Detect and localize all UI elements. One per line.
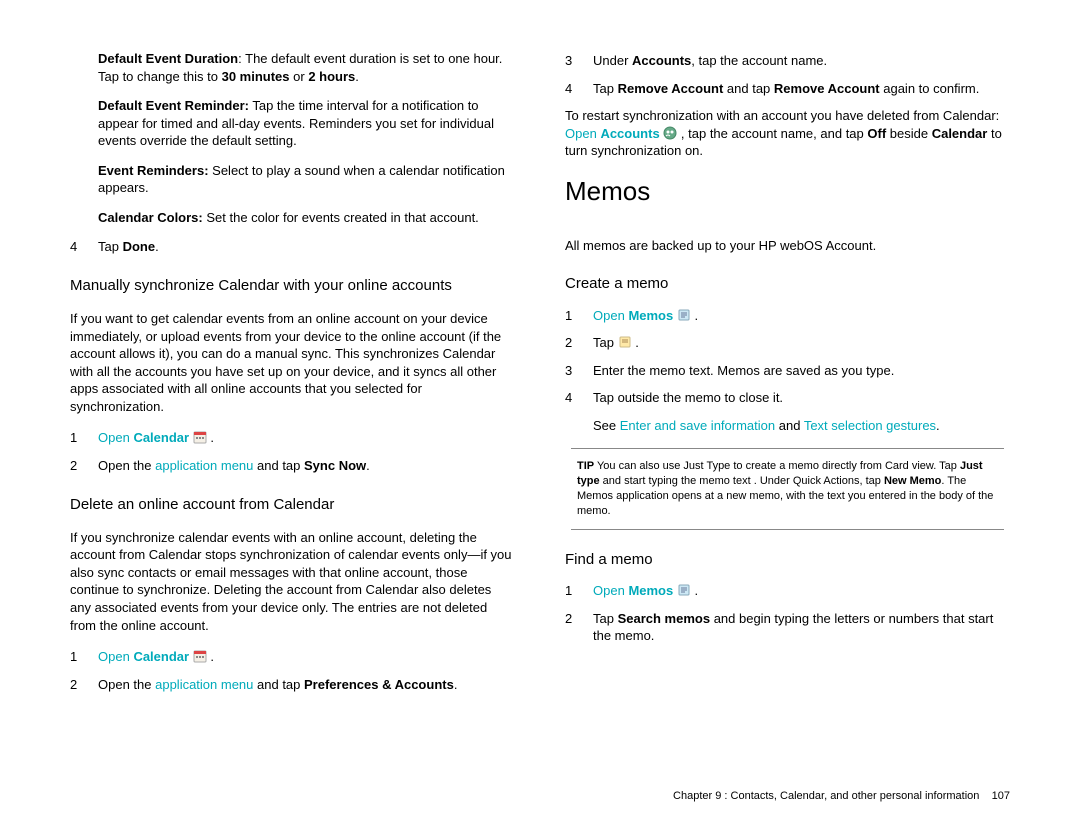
- find-memo-title: Find a memo: [565, 550, 1010, 570]
- step-enter-memo-text: 3 Enter the memo text. Memos are saved a…: [565, 362, 1010, 380]
- definition-default-reminder: Default Event Reminder: Tap the time int…: [70, 97, 515, 150]
- step-prefs-accounts: 2 Open the application menu and tap Pref…: [70, 676, 515, 694]
- definition-event-reminders: Event Reminders: Select to play a sound …: [70, 162, 515, 197]
- step-tap-outside: 4 Tap outside the memo to close it.: [565, 389, 1010, 407]
- step-open-calendar-1: 1 Open Calendar .: [70, 429, 515, 447]
- open-link[interactable]: Open Calendar: [98, 649, 189, 664]
- definition-default-duration: Default Event Duration: The default even…: [70, 50, 515, 85]
- step-tap-done: 4 Tap Done.: [70, 238, 515, 256]
- memos-intro: All memos are backed up to your HP webOS…: [565, 237, 1010, 255]
- section-manual-sync-title: Manually synchronize Calendar with your …: [70, 276, 515, 296]
- create-memo-title: Create a memo: [565, 274, 1010, 294]
- step-remove-account: 4 Tap Remove Account and tap Remove Acco…: [565, 80, 1010, 98]
- application-menu-link[interactable]: application menu: [155, 677, 253, 692]
- restart-sync-paragraph: To restart synchronization with an accou…: [565, 107, 1010, 160]
- see-also: See Enter and save information and Text …: [565, 417, 1010, 435]
- step-sync-now: 2 Open the application menu and tap Sync…: [70, 457, 515, 475]
- step-open-memos-2: 1 Open Memos .: [565, 582, 1010, 600]
- step-search-memos: 2 Tap Search memos and begin typing the …: [565, 610, 1010, 645]
- enter-save-info-link[interactable]: Enter and save information: [620, 418, 775, 433]
- memos-icon: [677, 583, 691, 597]
- new-memo-icon: [618, 335, 632, 349]
- page-footer: Chapter 9 : Contacts, Calendar, and othe…: [673, 789, 1010, 804]
- memos-icon: [677, 308, 691, 322]
- step-open-memos-1: 1 Open Memos .: [565, 307, 1010, 325]
- open-link[interactable]: Open Calendar: [98, 430, 189, 445]
- memos-title: Memos: [565, 174, 1010, 209]
- right-column: 3 Under Accounts, tap the account name. …: [565, 50, 1010, 780]
- open-link[interactable]: Open Memos: [593, 583, 673, 598]
- calendar-icon: [193, 430, 207, 444]
- step-open-calendar-2: 1 Open Calendar .: [70, 648, 515, 666]
- left-column: Default Event Duration: The default even…: [70, 50, 515, 780]
- accounts-icon: [663, 126, 677, 140]
- step-tap-new-memo: 2 Tap .: [565, 334, 1010, 352]
- definition-calendar-colors: Calendar Colors: Set the color for event…: [70, 209, 515, 227]
- open-link[interactable]: Open Memos: [593, 308, 673, 323]
- open-link[interactable]: Open Accounts: [565, 126, 660, 141]
- calendar-icon: [193, 649, 207, 663]
- section-delete-account-title: Delete an online account from Calendar: [70, 495, 515, 515]
- section-delete-account-body: If you synchronize calendar events with …: [70, 529, 515, 634]
- text-selection-gestures-link[interactable]: Text selection gestures: [804, 418, 936, 433]
- section-manual-sync-body: If you want to get calendar events from …: [70, 310, 515, 415]
- step-tap-account-name: 3 Under Accounts, tap the account name.: [565, 52, 1010, 70]
- application-menu-link[interactable]: application menu: [155, 458, 253, 473]
- tip-box: TIP You can also use Just Type to create…: [571, 448, 1004, 529]
